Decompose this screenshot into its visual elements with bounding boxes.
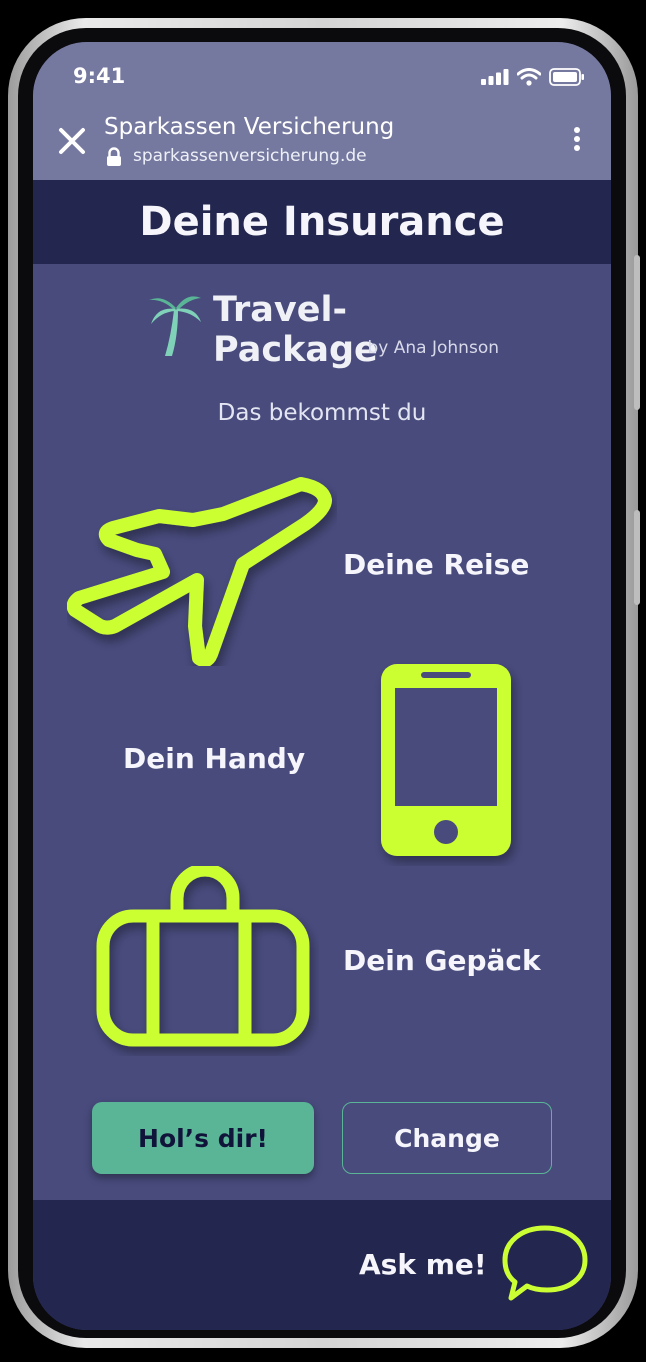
status-icons xyxy=(481,68,585,86)
browser-url[interactable]: sparkassenversicherung.de xyxy=(133,146,367,166)
screen: 9:41 Sparkassen Versicherung sparkassenv… xyxy=(33,42,611,1330)
status-bar: 9:41 xyxy=(33,42,611,114)
feature-label-reise: Deine Reise xyxy=(343,548,530,581)
feature-label-handy: Dein Handy xyxy=(123,742,306,775)
chat-bar: Ask me! xyxy=(33,1200,611,1330)
page-title: Deine Insurance xyxy=(139,199,505,245)
close-icon[interactable] xyxy=(55,124,89,158)
get-it-button[interactable]: Hol’s dir! xyxy=(92,1102,314,1174)
suitcase-icon xyxy=(96,866,310,1047)
signal-icon xyxy=(481,69,509,85)
feature-label-gepaeck: Dein Gepäck xyxy=(343,944,541,977)
brand-name: Travel-Package xyxy=(213,290,378,370)
change-button[interactable]: Change xyxy=(342,1102,552,1174)
status-time: 9:41 xyxy=(73,64,126,88)
browser-bar: Sparkassen Versicherung sparkassenversic… xyxy=(33,114,611,180)
intro-text: Das bekommst du xyxy=(217,400,427,426)
page-header: Deine Insurance xyxy=(33,180,611,264)
chat-label[interactable]: Ask me! xyxy=(359,1248,487,1281)
phone-side-button xyxy=(634,255,640,410)
chat-bubble-icon[interactable] xyxy=(499,1222,591,1306)
brand-logo: Travel-Package by Ana Johnson xyxy=(147,290,507,370)
brand-byline: by Ana Johnson xyxy=(367,338,499,358)
browser-title: Sparkassen Versicherung xyxy=(104,114,395,140)
smartphone-icon xyxy=(381,664,511,856)
phone-side-button xyxy=(634,510,640,605)
battery-icon xyxy=(549,68,584,86)
wifi-icon xyxy=(517,68,541,86)
airplane-icon xyxy=(67,477,332,666)
lock-icon xyxy=(107,147,121,166)
palm-tree-icon xyxy=(149,296,201,356)
more-menu-icon[interactable] xyxy=(573,126,581,152)
